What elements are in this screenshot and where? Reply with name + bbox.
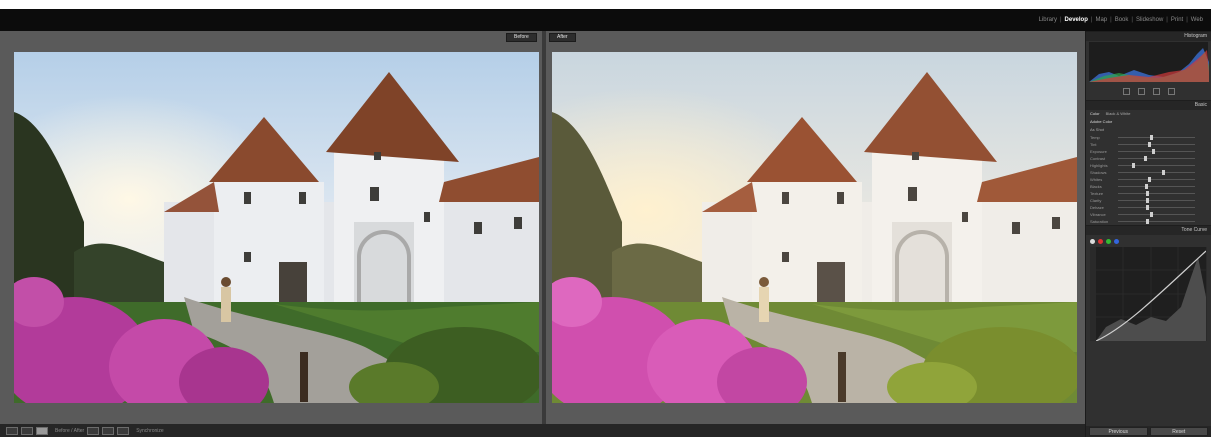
green-channel-icon[interactable] xyxy=(1106,238,1111,244)
profile-row: Adobe Color xyxy=(1090,118,1207,126)
slider-knob[interactable] xyxy=(1148,177,1151,182)
previous-button[interactable]: Previous xyxy=(1089,427,1148,436)
red-channel-icon[interactable] xyxy=(1098,238,1103,244)
rgb-channel-icon[interactable] xyxy=(1090,238,1095,244)
treatment-color[interactable]: Color xyxy=(1090,110,1100,118)
slider-temp[interactable]: Temp xyxy=(1090,134,1207,141)
histogram-graph xyxy=(1089,42,1209,82)
after-label: After xyxy=(549,33,576,42)
slider-exposure[interactable]: Exposure xyxy=(1090,148,1207,155)
curve-channel-selector xyxy=(1090,237,1207,245)
before-after-view: Before After xyxy=(0,31,1085,424)
module-slideshow[interactable]: Slideshow xyxy=(1134,17,1165,23)
slider-dehaze[interactable]: Dehaze xyxy=(1090,204,1207,211)
slider-knob[interactable] xyxy=(1148,142,1151,147)
white-balance-row: As Shot xyxy=(1090,126,1207,134)
module-print[interactable]: Print xyxy=(1169,17,1185,23)
slider-knob[interactable] xyxy=(1146,191,1149,196)
slider-knob[interactable] xyxy=(1146,205,1149,210)
treatment-row: Color Black & White xyxy=(1090,110,1207,118)
slider-highlights[interactable]: Highlights xyxy=(1090,162,1207,169)
slider-knob[interactable] xyxy=(1152,149,1155,154)
slider-tint[interactable]: Tint xyxy=(1090,141,1207,148)
sync-label[interactable]: Synchronize xyxy=(136,428,164,434)
tone-curve-header[interactable]: Tone Curve xyxy=(1086,225,1211,235)
profile-select[interactable]: Adobe Color xyxy=(1090,118,1112,126)
slider-knob[interactable] xyxy=(1145,184,1148,189)
after-photo[interactable] xyxy=(552,52,1077,403)
basic-header[interactable]: Basic xyxy=(1086,100,1211,110)
before-after-view-button[interactable] xyxy=(36,426,48,435)
slider-shadows[interactable]: Shadows xyxy=(1090,169,1207,176)
masking-icon[interactable] xyxy=(1167,88,1175,95)
slider-knob[interactable] xyxy=(1146,198,1149,203)
module-book[interactable]: Book xyxy=(1113,17,1131,23)
before-label: Before xyxy=(506,33,537,42)
wb-select[interactable]: As Shot xyxy=(1090,126,1104,134)
module-develop[interactable]: Develop xyxy=(1063,17,1090,23)
slider-knob[interactable] xyxy=(1146,219,1149,224)
module-map[interactable]: Map xyxy=(1093,17,1109,23)
slider-knob[interactable] xyxy=(1144,156,1147,161)
slider-contrast[interactable]: Contrast xyxy=(1090,155,1207,162)
before-photo[interactable] xyxy=(14,52,539,403)
slider-knob[interactable] xyxy=(1150,135,1153,140)
slider-whites[interactable]: Whites xyxy=(1090,176,1207,183)
reset-button[interactable]: Reset xyxy=(1149,427,1208,436)
treatment-bw[interactable]: Black & White xyxy=(1106,110,1131,118)
crop-tool-icon[interactable] xyxy=(1122,88,1130,95)
slider-knob[interactable] xyxy=(1132,163,1135,168)
slider-knob[interactable] xyxy=(1162,170,1165,175)
compare-mode-label[interactable]: Before / After xyxy=(55,428,84,434)
reference-view-button[interactable] xyxy=(21,426,33,435)
blue-channel-icon[interactable] xyxy=(1114,238,1119,244)
red-eye-icon[interactable] xyxy=(1152,88,1160,95)
tone-curve-graph[interactable] xyxy=(1090,247,1207,341)
develop-right-panel: Histogram Basic Color Black & White Adob… xyxy=(1085,31,1211,437)
slider-clarity[interactable]: Clarity xyxy=(1090,197,1207,204)
pane-divider xyxy=(542,31,546,424)
copy-after-to-before-button[interactable] xyxy=(102,426,115,435)
module-library[interactable]: Library xyxy=(1037,17,1059,23)
slider-saturation[interactable]: Saturation xyxy=(1090,218,1207,225)
slider-texture[interactable]: Texture xyxy=(1090,190,1207,197)
loupe-view-button[interactable] xyxy=(6,426,18,435)
develop-toolbar: Before / After Synchronize xyxy=(0,424,1085,437)
module-web[interactable]: Web xyxy=(1189,17,1205,23)
tool-strip xyxy=(1089,86,1208,96)
histogram-header[interactable]: Histogram xyxy=(1086,31,1211,41)
module-picker: Library | Develop | Map | Book | Slideshow | … xyxy=(1037,17,1205,23)
panel-bottom-buttons: Previous Reset xyxy=(1086,426,1211,437)
swap-settings-button[interactable] xyxy=(117,426,130,435)
slider-vibrance[interactable]: Vibrance xyxy=(1090,211,1207,218)
lightroom-window: Library | Develop | Map | Book | Slideshow | … xyxy=(0,9,1211,437)
slider-knob[interactable] xyxy=(1150,212,1153,217)
copy-before-to-after-button[interactable] xyxy=(87,426,100,435)
spot-removal-icon[interactable] xyxy=(1137,88,1145,95)
module-bar: Library | Develop | Map | Book | Slideshow | … xyxy=(0,9,1211,31)
slider-blacks[interactable]: Blacks xyxy=(1090,183,1207,190)
